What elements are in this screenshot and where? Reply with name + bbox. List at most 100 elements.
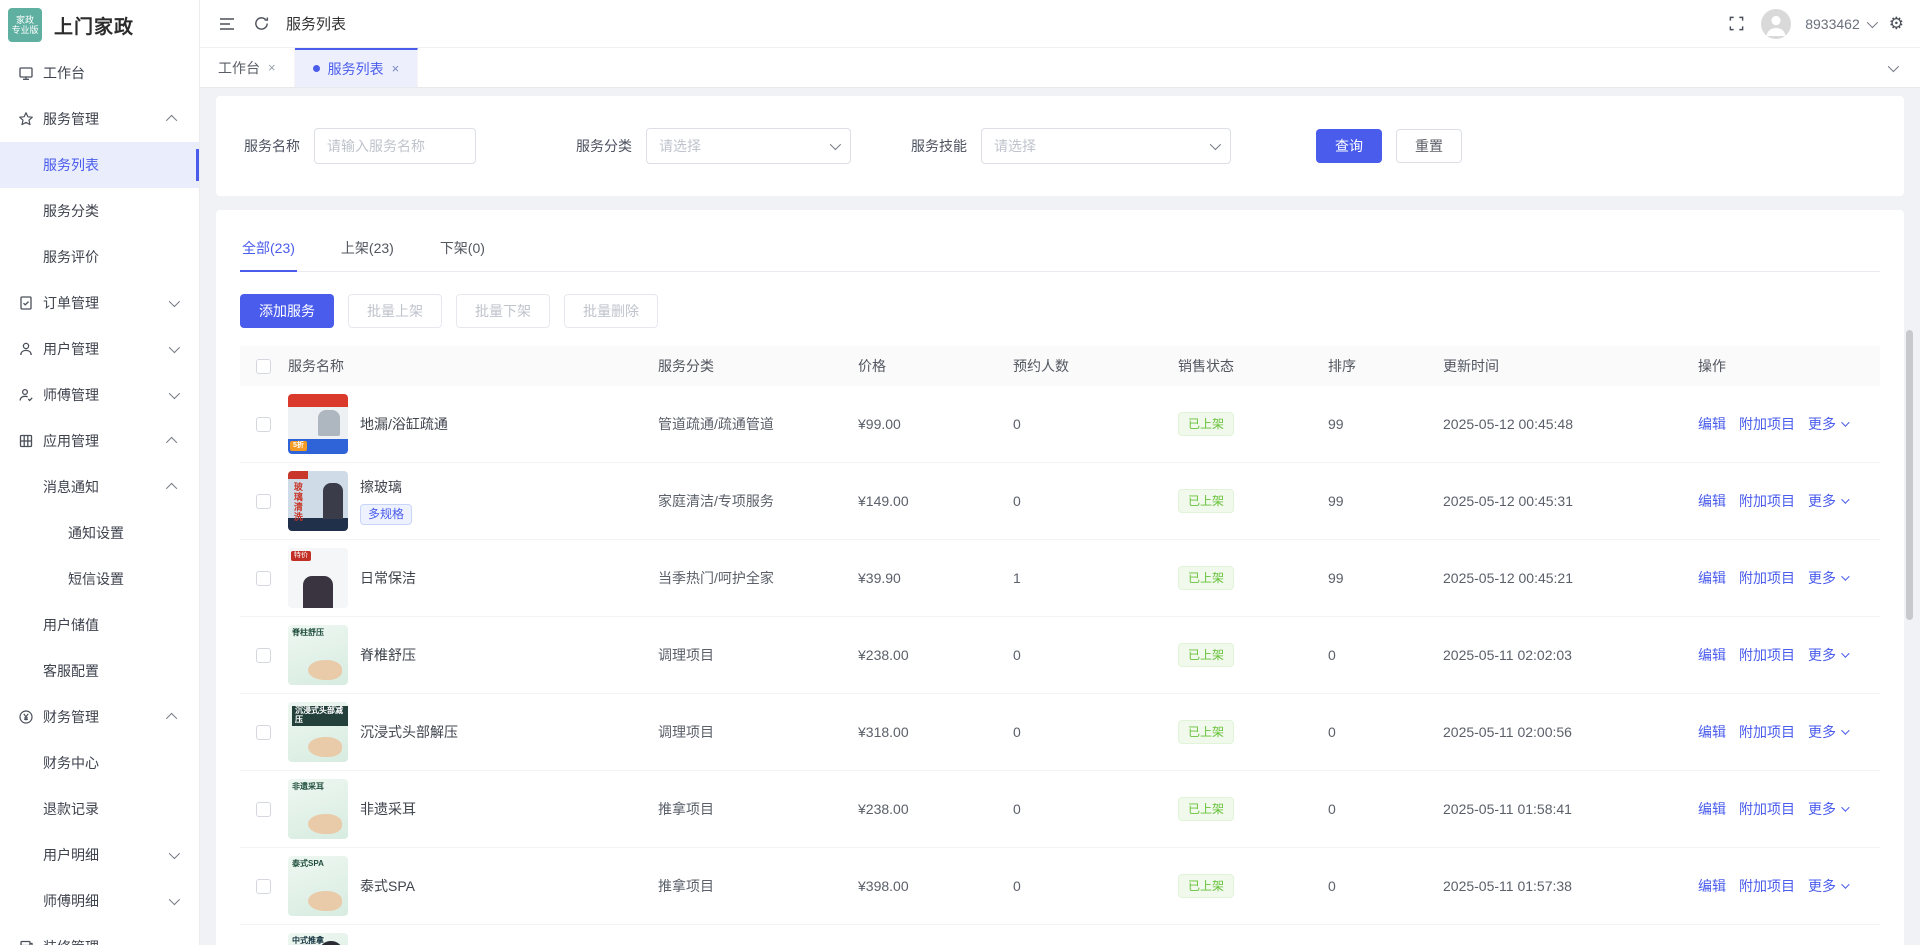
tab-service-list[interactable]: 服务列表 × — [295, 48, 419, 87]
sidebar-item-master-details[interactable]: 师傅明细 — [0, 878, 199, 924]
row-checkbox[interactable] — [256, 417, 271, 432]
edit-link[interactable]: 编辑 — [1698, 799, 1726, 819]
more-link[interactable]: 更多 — [1808, 876, 1847, 896]
tab-workbench[interactable]: 工作台 × — [200, 48, 295, 87]
service-name: 泰式SPA — [360, 876, 415, 896]
edit-link[interactable]: 编辑 — [1698, 645, 1726, 665]
close-icon[interactable]: × — [392, 61, 400, 76]
row-checkbox[interactable] — [256, 802, 271, 817]
addon-link[interactable]: 附加项目 — [1739, 799, 1795, 819]
sidebar-item-finance-center[interactable]: 财务中心 — [0, 740, 199, 786]
addon-link[interactable]: 附加项目 — [1739, 414, 1795, 434]
row-checkbox[interactable] — [256, 879, 271, 894]
menu-fold-icon[interactable] — [218, 15, 236, 33]
user-icon — [18, 341, 34, 357]
service-category: 当季热门/呵护全家 — [658, 568, 858, 588]
add-service-button[interactable]: 添加服务 — [240, 294, 334, 328]
addon-link[interactable]: 附加项目 — [1739, 645, 1795, 665]
updated-time: 2025-05-11 01:58:41 — [1443, 801, 1698, 817]
filter-panel: 服务名称 服务分类 请选择 服务技能 请选择 — [216, 96, 1904, 196]
updated-time: 2025-05-12 00:45:48 — [1443, 416, 1698, 432]
refresh-icon[interactable] — [252, 15, 270, 33]
edit-link[interactable]: 编辑 — [1698, 876, 1726, 896]
chevron-down-icon — [1841, 726, 1849, 734]
sidebar-item-user-details[interactable]: 用户明细 — [0, 832, 199, 878]
price: ¥318.00 — [858, 724, 1013, 740]
order-icon — [18, 295, 34, 311]
col-service-category: 服务分类 — [658, 356, 858, 376]
status-tab-all[interactable]: 全部(23) — [240, 226, 297, 271]
row-checkbox[interactable] — [256, 725, 271, 740]
user-menu[interactable]: 8933462 — [1805, 16, 1875, 32]
batch-on-shelf-button[interactable]: 批量上架 — [348, 294, 442, 328]
avatar[interactable] — [1761, 9, 1791, 39]
sidebar-item-decoration-mgmt[interactable]: 装修管理 — [0, 924, 199, 945]
addon-link[interactable]: 附加项目 — [1739, 722, 1795, 742]
sidebar-item-message-notice[interactable]: 消息通知 — [0, 464, 199, 510]
addon-link[interactable]: 附加项目 — [1739, 491, 1795, 511]
row-checkbox[interactable] — [256, 648, 271, 663]
sidebar-item-app-mgmt[interactable]: 应用管理 — [0, 418, 199, 464]
price: ¥39.90 — [858, 570, 1013, 586]
fullscreen-icon[interactable] — [1727, 15, 1745, 33]
edit-link[interactable]: 编辑 — [1698, 414, 1726, 434]
filter-group-category: 服务分类 请选择 — [576, 128, 851, 164]
more-link[interactable]: 更多 — [1808, 645, 1847, 665]
edit-link[interactable]: 编辑 — [1698, 722, 1726, 742]
status-tab-on-shelf[interactable]: 上架(23) — [339, 226, 396, 271]
addon-link[interactable]: 附加项目 — [1739, 568, 1795, 588]
sidebar-item-finance-mgmt[interactable]: 财务管理 — [0, 694, 199, 740]
sidebar-item-service-review[interactable]: 服务评价 — [0, 234, 199, 280]
status-tabs: 全部(23) 上架(23) 下架(0) — [240, 226, 1880, 272]
sidebar: 家政 专业版 上门家政 工作台 服务管理 服务列表 — [0, 0, 200, 945]
row-checkbox[interactable] — [256, 494, 271, 509]
addon-link[interactable]: 附加项目 — [1739, 876, 1795, 896]
more-link[interactable]: 更多 — [1808, 491, 1847, 511]
edit-link[interactable]: 编辑 — [1698, 491, 1726, 511]
page-title: 服务列表 — [286, 13, 346, 34]
sidebar-item-workbench[interactable]: 工作台 — [0, 50, 199, 96]
more-link[interactable]: 更多 — [1808, 799, 1847, 819]
col-sort: 排序 — [1328, 356, 1443, 376]
chevron-down-icon — [1867, 16, 1878, 27]
sidebar-item-refund-records[interactable]: 退款记录 — [0, 786, 199, 832]
sidebar-item-sms-settings[interactable]: 短信设置 — [0, 556, 199, 602]
chevron-up-icon — [166, 115, 177, 126]
sidebar-item-label: 通知设置 — [68, 523, 124, 543]
more-link[interactable]: 更多 — [1808, 568, 1847, 588]
sidebar-menu: 工作台 服务管理 服务列表 服务分类 服务评价 — [0, 50, 199, 945]
sidebar-item-order-mgmt[interactable]: 订单管理 — [0, 280, 199, 326]
col-updated: 更新时间 — [1443, 356, 1698, 376]
row-checkbox[interactable] — [256, 571, 271, 586]
status-tab-off-shelf[interactable]: 下架(0) — [438, 226, 487, 271]
sidebar-item-customer-service-config[interactable]: 客服配置 — [0, 648, 199, 694]
scrollbar-thumb[interactable] — [1906, 330, 1913, 620]
batch-delete-button[interactable]: 批量删除 — [564, 294, 658, 328]
sidebar-item-label: 消息通知 — [43, 477, 99, 497]
sidebar-item-label: 用户明细 — [43, 845, 99, 865]
tab-options-button[interactable] — [1864, 48, 1920, 87]
edit-link[interactable]: 编辑 — [1698, 568, 1726, 588]
sidebar-item-service-list[interactable]: 服务列表 — [0, 142, 199, 188]
sidebar-item-notice-settings[interactable]: 通知设置 — [0, 510, 199, 556]
service-skill-select[interactable]: 请选择 — [981, 128, 1231, 164]
multi-spec-tag: 多规格 — [360, 504, 412, 524]
sidebar-item-service-category[interactable]: 服务分类 — [0, 188, 199, 234]
sidebar-item-service-mgmt[interactable]: 服务管理 — [0, 96, 199, 142]
sidebar-item-master-mgmt[interactable]: 师傅管理 — [0, 372, 199, 418]
select-all-checkbox[interactable] — [256, 359, 271, 374]
service-name-input[interactable] — [314, 128, 476, 164]
sidebar-item-user-mgmt[interactable]: 用户管理 — [0, 326, 199, 372]
search-button[interactable]: 查询 — [1316, 129, 1382, 163]
gear-icon[interactable]: ⚙ — [1889, 14, 1904, 34]
close-icon[interactable]: × — [268, 60, 276, 75]
service-thumbnail: 5折 — [288, 394, 348, 454]
sort-value: 99 — [1328, 416, 1443, 432]
brand-logo: 家政 专业版 — [8, 8, 42, 42]
service-category-select[interactable]: 请选择 — [646, 128, 851, 164]
reset-button[interactable]: 重置 — [1396, 129, 1462, 163]
more-link[interactable]: 更多 — [1808, 414, 1847, 434]
sidebar-item-user-stored-value[interactable]: 用户储值 — [0, 602, 199, 648]
batch-off-shelf-button[interactable]: 批量下架 — [456, 294, 550, 328]
more-link[interactable]: 更多 — [1808, 722, 1847, 742]
